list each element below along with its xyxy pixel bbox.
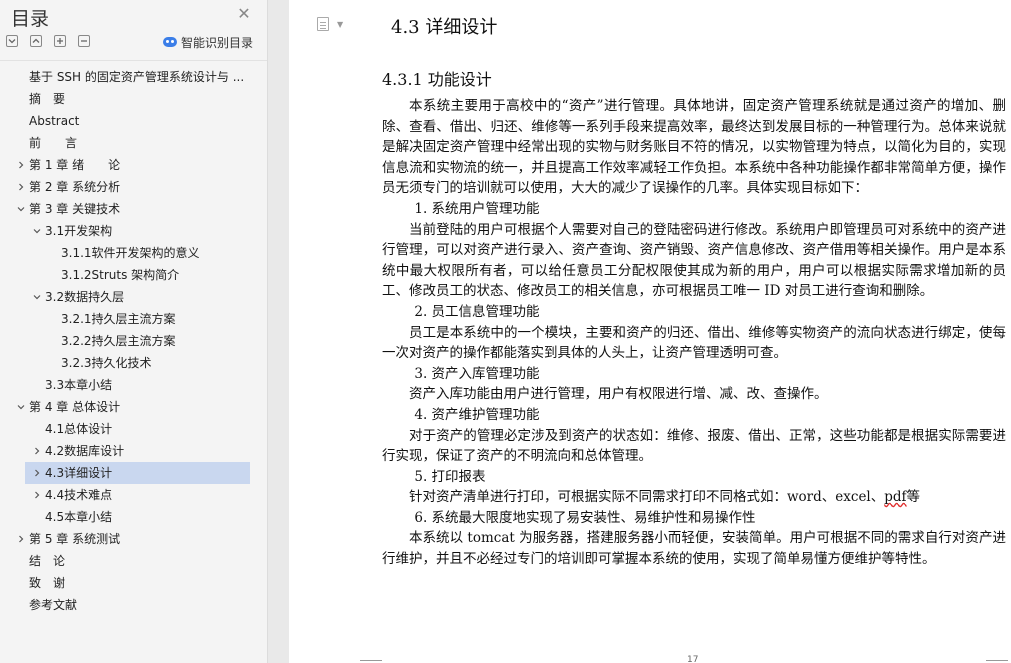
toc-item-label: 3.2.3持久化技术 [61,356,152,370]
toc-item[interactable]: 参考文献 [0,594,266,616]
toc-item-label: 4.5本章小结 [45,510,113,524]
item-heading-5: 5. 打印报表 [414,468,486,485]
item-heading-3: 3. 资产入库管理功能 [414,365,540,382]
toc-item-label: 4.2数据库设计 [45,444,125,458]
add-heading-icon[interactable] [54,35,66,47]
toc-item[interactable]: 3.2.1持久层主流方案 [0,308,266,330]
toc-item-label: 基于 SSH 的固定资产管理系统设计与 ... [29,70,245,84]
toc-item[interactable]: 结 论 [0,550,266,572]
document-body: 本系统主要用于高校中的“资产”进行管理。具体地讲，固定资产管理系统就是通过资产的… [382,96,1006,570]
toc-item-label: 前 言 [29,136,78,150]
item-paragraph-5-text: 针对资产清单进行打印，可根据实际不同需求打印不同格式如：word、excel、 [409,489,885,506]
expand-all-icon[interactable] [6,35,18,47]
toc-item[interactable]: 前 言 [0,132,266,154]
chevron-down-icon[interactable] [15,396,27,418]
subsection-heading: 4.3.1 功能设计 [382,70,492,89]
chevron-down-icon[interactable]: ▼ [337,20,343,29]
chevron-right-icon[interactable] [31,462,43,484]
toc-item-label: 第 5 章 系统测试 [29,532,121,546]
chevron-right-icon[interactable] [15,528,27,550]
toc-item[interactable]: 3.2数据持久层 [0,286,266,308]
toc-item-label: 3.1.1软件开发架构的意义 [61,246,200,260]
scroll-gutter [268,0,288,663]
toc-sidebar: 目录 ✕ 智能识别目录 基于 SSH 的固定资产管理系统设计与 ... 摘 要 Ab… [0,0,268,663]
toc-item[interactable]: 4.4技术难点 [0,484,266,506]
document-page: ▼ 4.3 详细设计 4.3.1 功能设计 本系统主要用于高校中的“资产”进行管… [289,0,1011,663]
item-paragraph-5: 针对资产清单进行打印，可根据实际不同需求打印不同格式如：word、excel、p… [382,487,1006,508]
chevron-right-icon[interactable] [15,154,27,176]
intro-paragraph: 本系统主要用于高校中的“资产”进行管理。具体地讲，固定资产管理系统就是通过资产的… [382,98,1006,197]
toc-item[interactable]: 3.3本章小结 [0,374,266,396]
toc-item[interactable]: 第 1 章 绪 论 [0,154,266,176]
toc-item-label: 第 2 章 系统分析 [29,180,121,194]
toc-item-label: 参考文献 [29,598,78,612]
item-paragraph-4: 对于资产的管理必定涉及到资产的状态如：维修、报废、借出、正常，这些功能都是根据实… [382,427,1006,465]
toc-item-label: 第 3 章 关键技术 [29,202,121,216]
smart-recognize-label: 智能识别目录 [181,35,254,50]
page-corner-mark [360,660,382,661]
item-heading-6: 6. 系统最大限度地实现了易安装性、易维护性和易操作性 [414,509,756,526]
toc-item[interactable]: 3.2.3持久化技术 [0,352,266,374]
toc-item[interactable]: 3.1开发架构 [0,220,266,242]
toc-item-label: 3.3本章小结 [45,378,113,392]
item-paragraph-2: 员工是本系统中的一个模块，主要和资产的归还、借出、维修等实物资产的流向状态进行绑… [382,324,1006,362]
robot-icon [163,37,177,47]
toc-item-label: 4.1总体设计 [45,422,113,436]
toc-item-label: 摘 要 [29,92,66,106]
document-icon[interactable] [317,17,329,31]
toc-item[interactable]: 基于 SSH 的固定资产管理系统设计与 ... [0,66,266,88]
toc-item[interactable]: 致 谢 [0,572,266,594]
page-corner-mark [986,660,1008,661]
toc-item-label: 3.1开发架构 [45,224,113,238]
toc-item-label: 3.2.1持久层主流方案 [61,312,176,326]
toc-item[interactable]: 第 2 章 系统分析 [0,176,266,198]
toc-item-label: 结 论 [29,554,66,568]
toc-item[interactable]: 第 5 章 系统测试 [0,528,266,550]
chevron-right-icon[interactable] [31,440,43,462]
toc-item[interactable]: 3.1.2Struts 架构简介 [0,264,266,286]
smart-recognize-toc-button[interactable]: 智能识别目录 [163,35,254,50]
toc-item-label: 第 1 章 绪 论 [29,158,121,172]
toc-item-label: 致 谢 [29,576,66,590]
item-paragraph-3: 资产入库功能由用户进行管理，用户有权限进行增、减、改、查操作。 [409,386,828,403]
toc-item-label: 第 4 章 总体设计 [29,400,121,414]
chevron-down-icon[interactable] [31,220,43,242]
toc-item[interactable]: 3.2.2持久层主流方案 [0,330,266,352]
toc-item[interactable]: 第 4 章 总体设计 [0,396,266,418]
item-paragraph-5-tail: 等 [906,489,921,506]
item-paragraph-1: 当前登陆的用户可根据个人需要对自己的登陆密码进行修改。系统用户即管理员可对系统中… [382,221,1006,300]
item-heading-4: 4. 资产维护管理功能 [414,406,540,423]
toc-item[interactable]: Abstract [0,110,266,132]
chevron-right-icon[interactable] [15,176,27,198]
toc-item[interactable]: 4.3详细设计 [25,462,250,484]
toc-item[interactable]: 第 3 章 关键技术 [0,198,266,220]
toc-item-label: 4.3详细设计 [45,466,113,480]
toc-item-label: Abstract [29,114,80,128]
toc-item[interactable]: 4.5本章小结 [0,506,266,528]
toc-item[interactable]: 3.1.1软件开发架构的意义 [0,242,266,264]
chevron-right-icon[interactable] [31,484,43,506]
item-paragraph-6: 本系统以 tomcat 为服务器，搭建服务器小而轻便，安装简单。用户可根据不同的… [382,530,1006,568]
toc-item[interactable]: 4.1总体设计 [0,418,266,440]
sidebar-title: 目录 [11,8,50,30]
chevron-down-icon[interactable] [31,286,43,308]
section-heading: 4.3 详细设计 [391,17,498,38]
page-number: 17 [687,655,699,663]
sidebar-divider [0,60,267,61]
collapse-all-icon[interactable] [30,35,42,47]
toc-item[interactable]: 摘 要 [0,88,266,110]
close-icon[interactable]: ✕ [236,6,252,22]
spellcheck-word: pdf [884,489,907,506]
toc-item-label: 4.4技术难点 [45,488,113,502]
toc-item-label: 3.2.2持久层主流方案 [61,334,176,348]
item-heading-1: 1. 系统用户管理功能 [414,200,540,217]
item-heading-2: 2. 员工信息管理功能 [414,303,540,320]
remove-heading-icon[interactable] [78,35,90,47]
chevron-down-icon[interactable] [15,198,27,220]
toc-item-label: 3.1.2Struts 架构简介 [61,268,180,282]
toc-item-label: 3.2数据持久层 [45,290,125,304]
toc-item[interactable]: 4.2数据库设计 [0,440,266,462]
